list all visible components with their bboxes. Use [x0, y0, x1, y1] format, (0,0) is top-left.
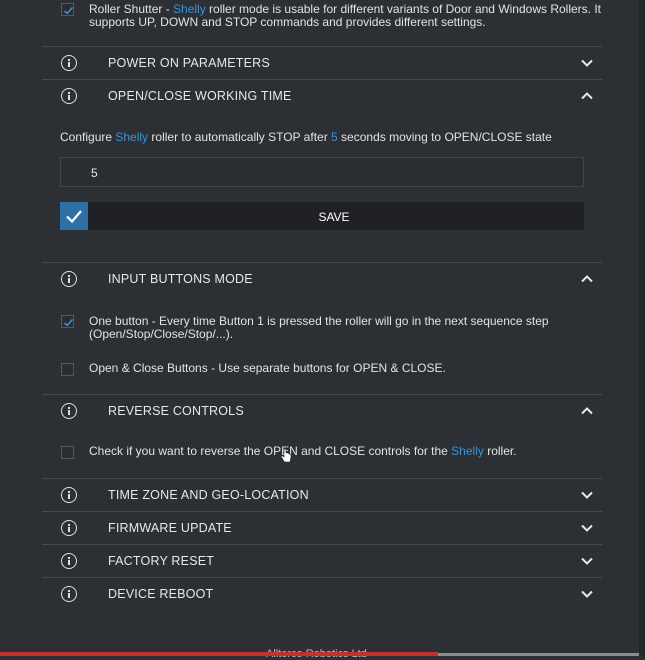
hand-cursor-icon — [280, 448, 292, 469]
roller-shutter-checkbox[interactable] — [61, 3, 74, 16]
right-edge — [639, 0, 645, 656]
section-title: DEVICE REBOOT — [108, 587, 214, 601]
info-icon — [61, 55, 77, 71]
info-icon — [61, 487, 77, 503]
info-icon — [61, 553, 77, 569]
section-firmware[interactable]: FIRMWARE UPDATE — [42, 512, 602, 545]
check-icon — [63, 318, 74, 327]
open-close-description: Configure Shelly roller to automatically… — [60, 130, 552, 144]
reverse-controls-label: Check if you want to reverse the OPEN an… — [89, 444, 517, 458]
chevron-down-icon[interactable] — [580, 587, 594, 601]
shelly-link: Shelly — [173, 2, 206, 16]
info-icon — [61, 271, 77, 287]
section-factory-reset[interactable]: FACTORY RESET — [42, 545, 602, 578]
section-device-reboot[interactable]: DEVICE REBOOT — [42, 578, 602, 611]
chevron-up-icon[interactable] — [580, 89, 594, 103]
section-timezone[interactable]: TIME ZONE AND GEO-LOCATION — [42, 479, 602, 512]
section-title: INPUT BUTTONS MODE — [108, 272, 253, 286]
info-icon — [61, 403, 77, 419]
info-icon — [61, 88, 77, 104]
section-title: TIME ZONE AND GEO-LOCATION — [108, 488, 309, 502]
one-button-checkbox[interactable] — [61, 315, 74, 328]
chevron-up-icon[interactable] — [580, 404, 594, 418]
open-close-buttons-label: Open & Close Buttons - Use separate butt… — [89, 361, 446, 375]
check-icon — [63, 6, 74, 15]
info-icon — [61, 586, 77, 602]
section-input-buttons[interactable]: INPUT BUTTONS MODE — [42, 263, 602, 296]
section-title: OPEN/CLOSE WORKING TIME — [108, 89, 292, 103]
save-label: SAVE — [318, 210, 350, 224]
save-button[interactable]: SAVE — [60, 202, 584, 230]
chevron-down-icon[interactable] — [580, 521, 594, 535]
section-power-on[interactable]: POWER ON PARAMETERS — [42, 47, 602, 80]
section-reverse-controls[interactable]: REVERSE CONTROLS — [42, 395, 602, 428]
section-title: REVERSE CONTROLS — [108, 404, 244, 418]
video-progress-played[interactable] — [0, 652, 438, 656]
chevron-down-icon[interactable] — [580, 488, 594, 502]
working-time-input[interactable]: 5 — [60, 157, 584, 187]
section-title: FACTORY RESET — [108, 554, 215, 568]
roller-shutter-description: Roller Shutter - Shelly roller mode is u… — [89, 2, 602, 29]
info-icon — [61, 520, 77, 536]
section-title: POWER ON PARAMETERS — [108, 56, 270, 70]
chevron-up-icon[interactable] — [580, 272, 594, 286]
one-button-label: One button - Every time Button 1 is pres… — [89, 314, 549, 341]
chevron-down-icon[interactable] — [580, 56, 594, 70]
open-close-buttons-checkbox[interactable] — [61, 363, 74, 376]
chevron-down-icon[interactable] — [580, 554, 594, 568]
reverse-controls-checkbox[interactable] — [61, 446, 74, 459]
section-title: FIRMWARE UPDATE — [108, 521, 232, 535]
section-open-close[interactable]: OPEN/CLOSE WORKING TIME — [42, 80, 602, 113]
